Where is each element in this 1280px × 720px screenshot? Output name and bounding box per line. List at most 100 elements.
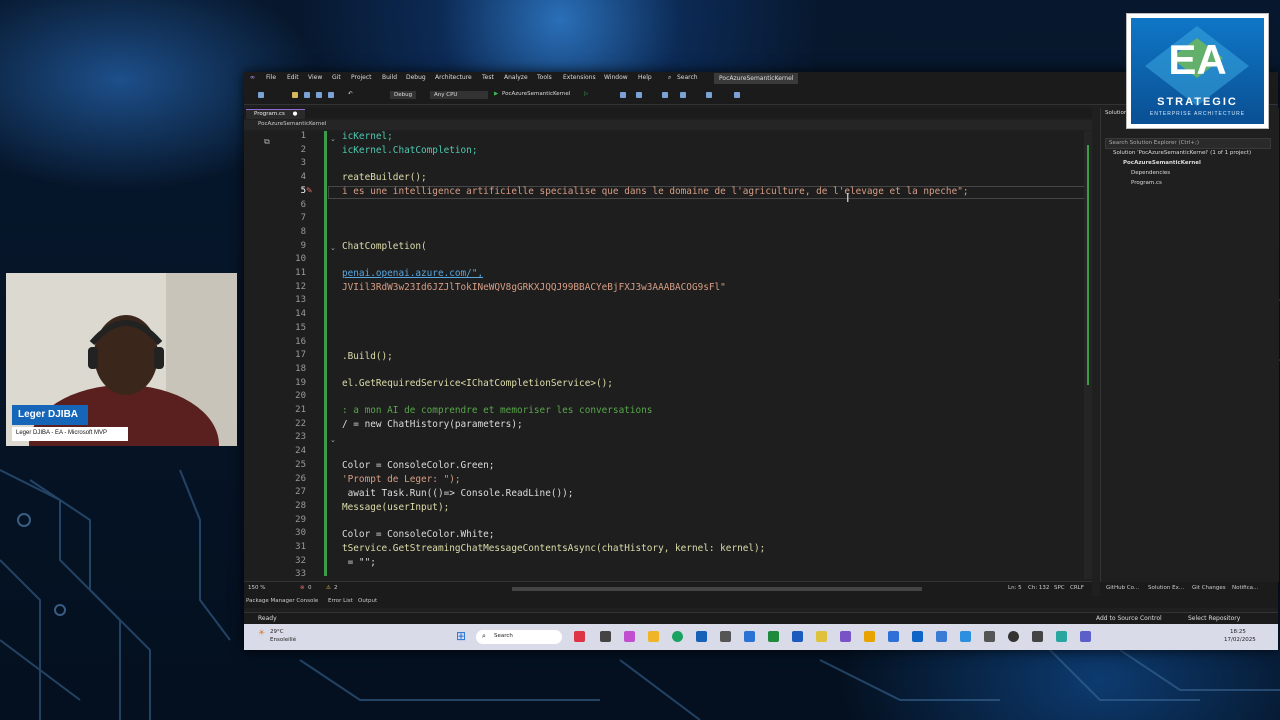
taskbar-app-icon[interactable]	[624, 631, 635, 642]
menu-window[interactable]: Window	[604, 74, 628, 81]
menu-tools[interactable]: Tools	[537, 74, 552, 81]
taskbar-app-icon[interactable]	[888, 631, 899, 642]
error-icon[interactable]: ⊗	[300, 585, 305, 591]
line-ending-indicator[interactable]: CRLF	[1070, 585, 1084, 591]
nav-project-dropdown[interactable]: PocAzureSemanticKernel	[258, 121, 326, 127]
toolbar-icon-a[interactable]	[620, 92, 626, 98]
line-number: 11	[295, 268, 306, 278]
teams-icon[interactable]	[1080, 631, 1091, 642]
run-without-debug-icon[interactable]: ▷	[584, 91, 588, 97]
menu-file[interactable]: File	[266, 74, 276, 81]
menu-build[interactable]: Build	[382, 74, 397, 81]
menu-edit[interactable]: Edit	[287, 74, 299, 81]
open-icon[interactable]	[304, 92, 310, 98]
word-icon[interactable]	[792, 631, 803, 642]
tab-program-cs[interactable]: Program.cs ●	[246, 109, 306, 119]
menu-debug[interactable]: Debug	[406, 74, 426, 81]
taskbar-app-icon[interactable]	[984, 631, 995, 642]
presenter-subtitle-bar: Leger DJIBA - EA - Microsoft MVP	[12, 427, 128, 441]
menu-help[interactable]: Help	[638, 74, 652, 81]
chatgpt-icon[interactable]	[1008, 631, 1019, 642]
taskbar-app-icon[interactable]	[600, 631, 611, 642]
taskbar-app-icon[interactable]	[574, 631, 585, 642]
taskbar-app-icon[interactable]	[744, 631, 755, 642]
project-node[interactable]: PocAzureSemanticKernel	[1123, 160, 1201, 166]
run-icon[interactable]: ▶	[494, 91, 498, 97]
undo-icon[interactable]: ↶	[348, 91, 353, 97]
program-cs-node[interactable]: Program.cs	[1131, 180, 1162, 186]
fold-toggle-icon[interactable]: ⌄	[330, 436, 336, 444]
tab-git-changes[interactable]: Git Changes	[1192, 585, 1226, 591]
menu-test[interactable]: Test	[482, 74, 494, 81]
excel-icon[interactable]	[768, 631, 779, 642]
visual-studio-icon[interactable]	[840, 631, 851, 642]
back-icon[interactable]	[258, 92, 264, 98]
menu-view[interactable]: View	[308, 74, 322, 81]
zoom-level[interactable]: 150 %	[248, 585, 265, 591]
select-repository[interactable]: Select Repository	[1188, 615, 1240, 622]
menu-analyze[interactable]: Analyze	[504, 74, 528, 81]
taskbar-app-icon[interactable]	[816, 631, 827, 642]
tab-notifications[interactable]: Notifica...	[1232, 585, 1258, 591]
config-select[interactable]: Debug	[390, 91, 417, 99]
toolbar-icon-d[interactable]	[680, 92, 686, 98]
tab-error-list[interactable]: Error List	[328, 598, 353, 604]
menu-search[interactable]: Search	[677, 74, 698, 81]
file-explorer-icon[interactable]	[648, 631, 659, 642]
taskbar-app-icon[interactable]	[696, 631, 707, 642]
screwdriver-icon[interactable]: ✎	[306, 186, 313, 195]
run-target-button[interactable]: PocAzureSemanticKernel	[502, 91, 570, 97]
fold-toggle-icon[interactable]: ⌄	[330, 244, 336, 252]
tab-package-manager-console[interactable]: Package Manager Console	[246, 598, 318, 604]
tab-output[interactable]: Output	[358, 598, 377, 604]
dependencies-node[interactable]: Dependencies	[1131, 170, 1170, 176]
solution-node[interactable]: Solution 'PocAzureSemanticKernel' (1 of …	[1113, 150, 1251, 156]
vertical-scrollbar[interactable]	[1084, 131, 1092, 579]
clock-time[interactable]: 18:25	[1230, 629, 1246, 635]
toolbar-icon-e[interactable]	[706, 92, 712, 98]
taskbar-app-icon[interactable]	[720, 631, 731, 642]
menu-architecture[interactable]: Architecture	[435, 74, 472, 81]
edge-icon[interactable]	[672, 631, 683, 642]
add-to-source-control[interactable]: Add to Source Control	[1096, 615, 1162, 622]
code-text: penai.openai.azure.com/",	[342, 268, 484, 279]
search-icon[interactable]: ⌕	[668, 74, 671, 82]
warning-icon[interactable]: ⚠	[326, 585, 331, 591]
menu-project[interactable]: Project	[351, 74, 372, 81]
whitespace-indicator[interactable]: SPC	[1054, 585, 1065, 591]
toolbar-icon-c[interactable]	[662, 92, 668, 98]
warning-count[interactable]: 2	[334, 585, 338, 591]
line-number: 18	[295, 363, 306, 374]
taskbar-app-icon[interactable]	[1056, 631, 1067, 642]
tab-github-copilot[interactable]: GitHub Co...	[1106, 585, 1139, 591]
windows-taskbar: ☀ 29°C Ensoleillé ⊞ ⌕ Search 18:25 17/02…	[244, 624, 1278, 650]
tab-solution-explorer[interactable]: Solution Ex...	[1148, 585, 1184, 591]
platform-select[interactable]: Any CPU	[430, 91, 488, 99]
code-editor[interactable]: ⧉ ✎ 1 2 3 4 5 6 7 8 9 10 11 12 13 14 15 16 17 18 19 20 21 22 2…	[244, 131, 1092, 579]
bookmark-icon[interactable]	[734, 92, 740, 98]
taskbar-search[interactable]: ⌕ Search	[476, 630, 562, 644]
error-count[interactable]: 0	[308, 585, 312, 591]
ea-strategic-logo: EA STRATEGIC ENTERPRISE ARCHITECTURE	[1126, 13, 1269, 129]
horizontal-scrollbar[interactable]	[512, 587, 922, 591]
weather-icon[interactable]: ☀	[258, 628, 265, 637]
clock-date[interactable]: 17/02/2025	[1224, 637, 1256, 643]
line-number: 31	[295, 542, 306, 552]
new-item-icon[interactable]	[292, 92, 298, 98]
save-all-icon[interactable]	[328, 92, 334, 98]
solution-search-input[interactable]: Search Solution Explorer (Ctrl+;)	[1105, 138, 1271, 149]
taskbar-app-icon[interactable]	[1032, 631, 1043, 642]
taskbar-app-icon[interactable]	[936, 631, 947, 642]
line-number: 7	[300, 213, 306, 224]
menu-extensions[interactable]: Extensions	[563, 74, 596, 81]
start-icon[interactable]: ⊞	[456, 629, 466, 643]
taskbar-app-icon[interactable]	[864, 631, 875, 642]
toolbar-icon-b[interactable]	[636, 92, 642, 98]
vscode-icon[interactable]	[960, 631, 971, 642]
quick-actions-icon[interactable]: ⧉	[264, 137, 270, 147]
outlook-icon[interactable]	[912, 631, 923, 642]
save-icon[interactable]	[316, 92, 322, 98]
code-text: el.GetRequiredService<IChatCompletionSer…	[342, 378, 613, 389]
fold-toggle-icon[interactable]: ⌄	[330, 135, 336, 143]
menu-git[interactable]: Git	[332, 74, 341, 81]
